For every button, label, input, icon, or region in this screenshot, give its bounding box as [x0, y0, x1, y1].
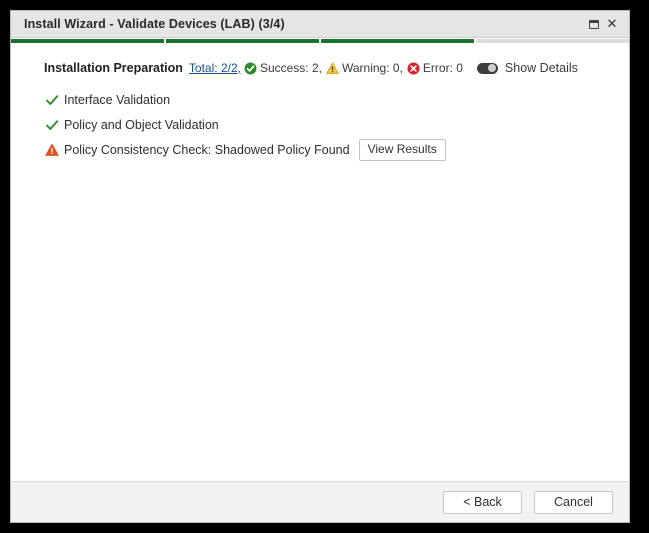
list-item-label: Policy and Object Validation	[64, 118, 219, 132]
check-icon	[44, 118, 59, 133]
install-wizard-dialog: Install Wizard - Validate Devices (LAB) …	[10, 10, 630, 523]
installation-summary-row: Installation Preparation Total: 2/2, Suc…	[11, 59, 629, 77]
total-link[interactable]: Total: 2/2,	[189, 61, 241, 75]
dialog-footer: < Back Cancel	[11, 481, 629, 522]
success-circle-icon	[244, 62, 257, 75]
warning-triangle-icon	[44, 143, 59, 158]
list-item: Policy and Object Validation	[44, 114, 629, 136]
show-details-label: Show Details	[504, 61, 578, 75]
restore-window-button[interactable]	[585, 15, 603, 33]
list-item: Policy Consistency Check: Shadowed Polic…	[44, 138, 629, 162]
warning-triangle-icon	[326, 62, 339, 75]
dialog-body: Installation Preparation Total: 2/2, Suc…	[11, 43, 629, 481]
warning-count-label: Warning: 0,	[341, 61, 403, 75]
back-button[interactable]: < Back	[443, 490, 522, 514]
validation-checklist: Interface Validation Policy and Object V…	[11, 89, 629, 162]
toggle-knob	[488, 64, 497, 72]
summary-title: Installation Preparation	[44, 61, 183, 75]
error-count-label: Error: 0	[422, 61, 463, 75]
success-count-label: Success: 2,	[259, 61, 322, 75]
restore-window-icon	[589, 19, 599, 29]
cancel-button[interactable]: Cancel	[534, 490, 613, 514]
check-icon	[44, 93, 59, 108]
list-item-label: Policy Consistency Check: Shadowed Polic…	[64, 143, 350, 157]
close-window-button[interactable]: ✕	[603, 15, 621, 33]
error-circle-icon	[407, 62, 420, 75]
list-item-label: Interface Validation	[64, 93, 171, 107]
window-title: Install Wizard - Validate Devices (LAB) …	[24, 17, 285, 31]
close-icon: ✕	[606, 16, 618, 32]
view-results-button[interactable]: View Results	[358, 138, 446, 162]
show-details-toggle[interactable]	[476, 62, 498, 74]
list-item: Interface Validation	[44, 89, 629, 111]
screen-root: Install Wizard - Validate Devices (LAB) …	[0, 0, 649, 533]
title-bar: Install Wizard - Validate Devices (LAB) …	[11, 11, 629, 38]
